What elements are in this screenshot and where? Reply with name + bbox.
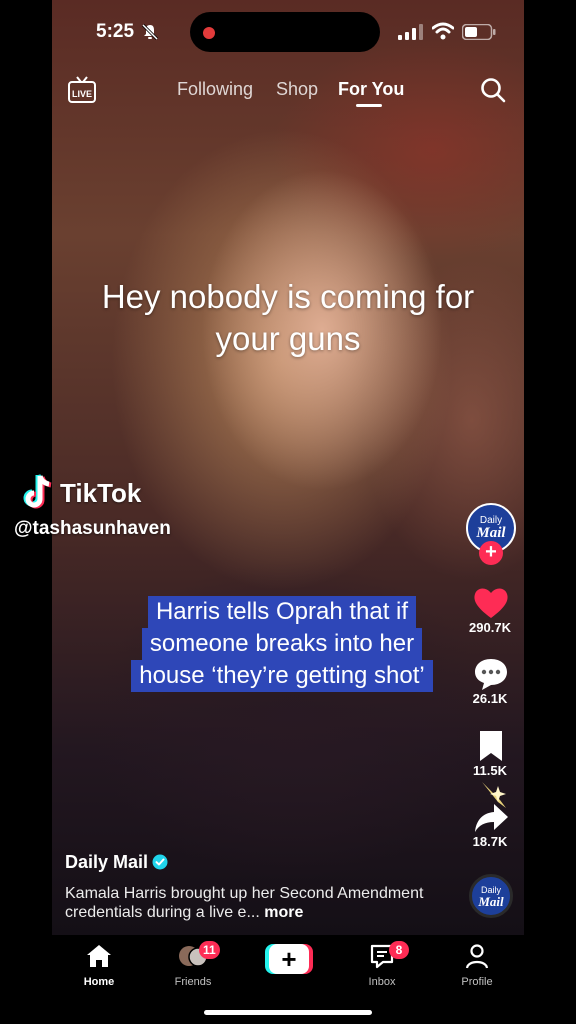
subtitle-line: Harris tells Oprah that if [147, 596, 417, 628]
tiktok-logo-icon [23, 474, 52, 509]
share-count: 18.7K [472, 834, 508, 849]
tab-home-label: Home [83, 976, 115, 988]
disc-logo-line2: Mail [478, 893, 504, 909]
comment-icon[interactable] [472, 656, 510, 692]
tab-inbox-label: Inbox [368, 976, 396, 988]
subtitle-line: someone breaks into her [141, 628, 423, 660]
video-subtitle: Harris tells Oprah that if someone break… [104, 596, 460, 692]
plus-icon: + [269, 944, 309, 974]
tab-profile-label: Profile [461, 976, 493, 988]
home-icon [87, 945, 111, 967]
inbox-badge: 8 [389, 941, 409, 959]
more-link[interactable]: more [264, 904, 303, 921]
caption-line: your guns [215, 320, 361, 357]
search-icon[interactable] [480, 77, 506, 103]
verified-badge-icon [152, 854, 168, 870]
video-player[interactable] [52, 0, 524, 935]
tab-friends-label: Friends [174, 976, 212, 988]
tab-inbox[interactable]: 8 Inbox [342, 941, 422, 988]
comment-count: 26.1K [472, 691, 508, 706]
bell-muted-icon [142, 24, 158, 40]
tab-for-you[interactable]: For You [338, 79, 404, 100]
follow-button[interactable]: + [479, 541, 503, 565]
live-icon[interactable]: LIVE [67, 76, 97, 104]
heart-icon[interactable] [472, 585, 510, 621]
tab-following[interactable]: Following [177, 79, 253, 100]
save-count: 11.5K [473, 763, 507, 778]
status-time: 5:25 [96, 21, 135, 42]
like-count: 290.7K [469, 620, 511, 635]
home-indicator [204, 1010, 372, 1015]
tiktok-watermark: TikTok [60, 478, 142, 508]
avatar-logo-line2: Mail [476, 525, 506, 541]
recording-indicator [203, 27, 215, 39]
caption-line: Hey nobody is coming for [101, 278, 475, 315]
bookmark-icon[interactable] [472, 728, 510, 764]
create-button[interactable]: + [265, 944, 313, 974]
profile-icon [465, 944, 489, 969]
disc-logo-line1: Daily [480, 884, 501, 895]
tab-friends[interactable]: 11 Friends [153, 941, 233, 988]
active-tab-underline [356, 104, 382, 107]
wifi-icon [432, 22, 454, 40]
tab-shop[interactable]: Shop [276, 79, 318, 100]
cellular-signal-icon [398, 24, 423, 40]
share-icon[interactable] [472, 800, 510, 836]
tab-home[interactable]: Home [59, 943, 139, 988]
live-label: LIVE [72, 89, 92, 99]
dynamic-island [190, 12, 380, 52]
watermark-handle: @tashasunhaven [14, 518, 171, 539]
music-disc[interactable]: Daily Mail [469, 874, 513, 918]
friends-badge: 11 [199, 941, 220, 959]
video-overlay-caption: Hey nobody is coming for your guns [52, 276, 524, 360]
description-text: Kamala Harris brought up her Second Amen… [65, 885, 424, 921]
post-description[interactable]: Kamala Harris brought up her Second Amen… [65, 884, 445, 922]
author-name[interactable]: Daily Mail [65, 852, 148, 873]
subtitle-line: house ‘they’re getting shot’ [131, 660, 433, 692]
tab-profile[interactable]: Profile [437, 943, 517, 988]
battery-icon [462, 24, 496, 40]
